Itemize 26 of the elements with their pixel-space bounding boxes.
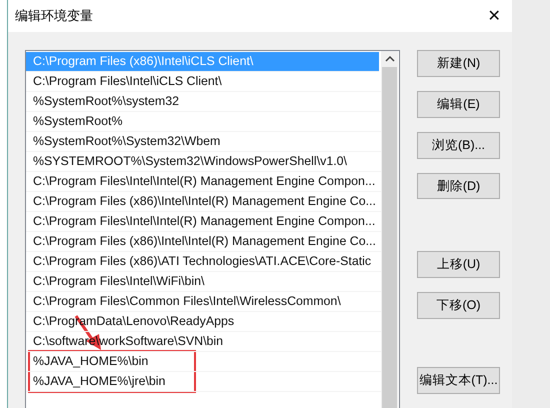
scroll-thumb[interactable] [382,67,397,408]
path-item[interactable]: %SYSTEMROOT%\System32\WindowsPowerShell\v1.0\ [26,152,381,172]
action-button[interactable]: 编辑(E) [417,90,500,118]
action-button[interactable]: 上移(U) [417,251,500,278]
path-item[interactable]: %JAVA_HOME%\bin [26,352,381,372]
path-item[interactable]: %SystemRoot% [26,112,381,132]
action-button[interactable]: 浏览(B)... [417,132,500,159]
window-title: 编辑环境变量 [15,7,93,25]
path-item[interactable]: C:\Program Files (x86)\Intel\Intel(R) Management Engine Co... [26,192,381,212]
path-item[interactable]: C:\Program Files (x86)\Intel\Intel(R) Management Engine Co... [26,232,381,252]
action-button[interactable]: 新建(N) [417,50,500,77]
action-button[interactable]: 下移(O) [417,292,500,320]
close-icon[interactable]: ✕ [484,6,504,26]
scrollbar[interactable] [381,51,398,408]
path-item[interactable]: C:\Program Files\Intel\Intel(R) Management Engine Compon... [26,172,381,192]
action-button[interactable]: 编辑文本(T)... [417,367,500,394]
scroll-up-icon[interactable] [384,55,396,63]
path-item[interactable]: C:\Program Files\Intel\iCLS Client\ [26,72,381,92]
path-item[interactable]: C:\Program Files\Intel\Intel(R) Management Engine Compon... [26,212,381,232]
action-button[interactable]: 删除(D) [417,172,500,200]
path-item[interactable]: C:\Program Files (x86)\ATI Technologies\ATI.ACE\Core-Static [26,252,381,272]
path-item[interactable]: C:\Program Files\Intel\WiFi\bin\ [26,272,381,292]
path-item[interactable]: C:\Program Files\Common Files\Intel\WirelessCommon\ [26,292,381,312]
path-item[interactable]: %SystemRoot%\system32 [26,92,381,112]
path-item[interactable]: %SystemRoot%\System32\Wbem [26,132,381,152]
path-item[interactable]: %JAVA_HOME%\jre\bin [26,372,381,392]
